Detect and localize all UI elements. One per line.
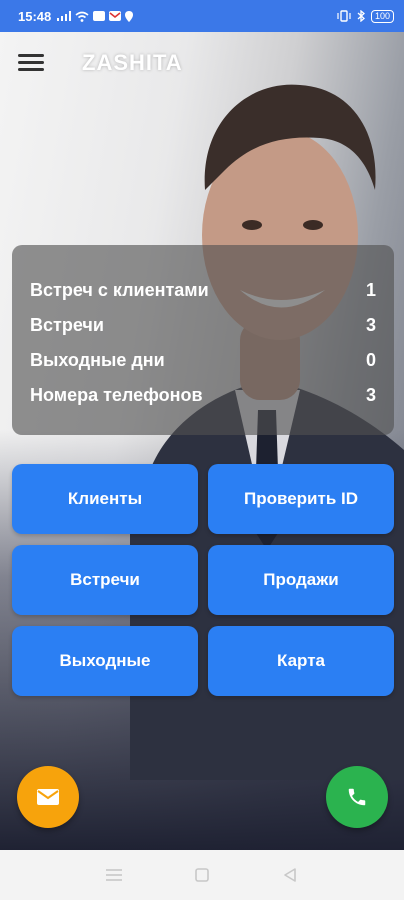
system-nav-bar	[0, 850, 404, 900]
bluetooth-icon	[357, 10, 365, 22]
stat-row-client-meetings: Встреч с клиентами 1	[30, 273, 376, 308]
status-bar: 15:48 100	[0, 0, 404, 32]
app-bar: ZASHITA	[0, 32, 404, 96]
menu-icon[interactable]	[102, 863, 126, 887]
stat-label: Встречи	[30, 315, 104, 335]
stat-value: 3	[365, 385, 376, 405]
hamburger-icon[interactable]	[18, 54, 44, 74]
stat-row-phone-numbers: Номера телефонов 3	[30, 378, 376, 413]
mail-icon	[37, 789, 59, 805]
signal-icon	[57, 11, 72, 21]
phone-icon	[348, 788, 366, 806]
meetings-button[interactable]: Встречи	[12, 545, 198, 615]
sales-button[interactable]: Продажи	[208, 545, 394, 615]
days-off-button[interactable]: Выходные	[12, 626, 198, 696]
call-fab-button[interactable]	[326, 766, 388, 828]
location-icon	[125, 10, 134, 22]
stat-value: 1	[365, 280, 376, 300]
app-icon	[93, 11, 106, 21]
vibrate-icon	[337, 10, 351, 22]
battery-indicator: 100	[370, 9, 394, 23]
stats-card: Встреч с клиентами 1 Встречи 3 Выходные …	[12, 245, 394, 435]
stat-value: 0	[365, 350, 376, 370]
app-title: ZASHITA	[82, 50, 183, 75]
clients-button[interactable]: Клиенты	[12, 464, 198, 534]
stat-value: 3	[365, 315, 376, 335]
stat-label: Номера телефонов	[30, 385, 203, 405]
check-id-button[interactable]: Проверить ID	[208, 464, 394, 534]
stat-label: Встреч с клиентами	[30, 280, 209, 300]
stat-row-days-off: Выходные дни 0	[30, 343, 376, 378]
status-time: 15:48	[18, 8, 52, 24]
mail-fab-button[interactable]	[17, 766, 79, 828]
gmail-icon	[109, 11, 122, 21]
screen: 15:48 100 ZASHITA Встреч с клиентами 1 В…	[0, 0, 404, 900]
home-square-icon[interactable]	[190, 863, 214, 887]
map-button[interactable]: Карта	[208, 626, 394, 696]
back-triangle-icon[interactable]	[278, 863, 302, 887]
wifi-icon	[75, 11, 89, 22]
stat-label: Выходные дни	[30, 350, 165, 370]
stat-row-meetings: Встречи 3	[30, 308, 376, 343]
